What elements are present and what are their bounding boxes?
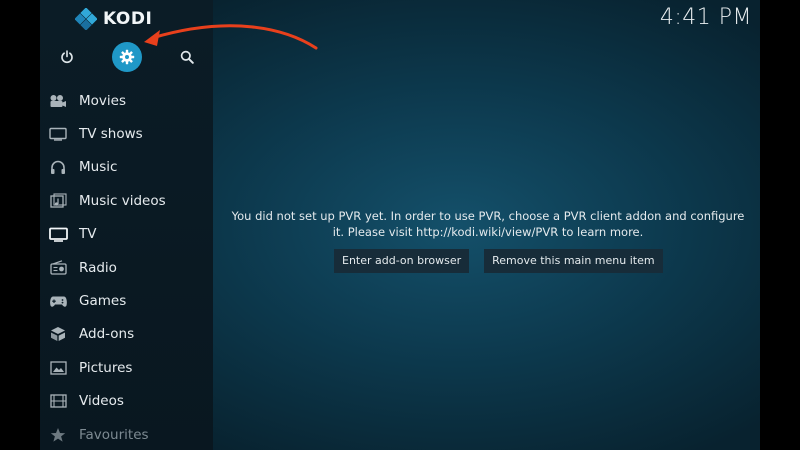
kodi-app: KODI Movies TV shows Music Music videos … bbox=[40, 0, 760, 450]
sidebar-item-music[interactable]: Music bbox=[40, 151, 213, 184]
tv-icon bbox=[48, 224, 68, 244]
sidebar-item-music-videos[interactable]: Music videos bbox=[40, 184, 213, 217]
headphones-icon bbox=[48, 157, 68, 177]
enter-addon-browser-button[interactable]: Enter add-on browser bbox=[334, 249, 470, 273]
star-icon bbox=[48, 425, 68, 445]
pictures-icon bbox=[48, 358, 68, 378]
videos-icon bbox=[48, 391, 68, 411]
sidebar-item-label: TV bbox=[79, 226, 97, 243]
power-button[interactable] bbox=[52, 42, 82, 72]
sidebar: KODI Movies TV shows Music Music videos … bbox=[40, 0, 213, 450]
sidebar-item-videos[interactable]: Videos bbox=[40, 385, 213, 418]
sidebar-item-label: Add-ons bbox=[79, 326, 135, 343]
pvr-message-line-2: it. Please visit http://kodi.wiki/view/P… bbox=[332, 225, 644, 239]
sidebar-item-label: TV shows bbox=[79, 126, 143, 143]
screen: KODI Movies TV shows Music Music videos … bbox=[0, 0, 800, 450]
sidebar-item-favourites[interactable]: Favourites bbox=[40, 418, 213, 450]
kodi-logo: KODI bbox=[75, 8, 152, 30]
music-videos-icon bbox=[48, 191, 68, 211]
gear-icon bbox=[119, 49, 135, 65]
sidebar-item-add-ons[interactable]: Add-ons bbox=[40, 318, 213, 351]
settings-button[interactable] bbox=[112, 42, 142, 72]
sidebar-item-radio[interactable]: Radio bbox=[40, 251, 213, 284]
kodi-logo-icon bbox=[75, 8, 97, 30]
radio-icon bbox=[48, 258, 68, 278]
sidebar-item-label: Favourites bbox=[79, 426, 149, 443]
sidebar-item-tv[interactable]: TV bbox=[40, 218, 213, 251]
sidebar-item-pictures[interactable]: Pictures bbox=[40, 351, 213, 384]
sidebar-item-label: Videos bbox=[79, 393, 124, 410]
pvr-message-line-1: You did not set up PVR yet. In order to … bbox=[231, 209, 745, 223]
sidebar-item-games[interactable]: Games bbox=[40, 284, 213, 317]
pvr-action-buttons: Enter add-on browser Remove this main me… bbox=[334, 249, 663, 273]
main-menu: Movies TV shows Music Music videos TV Ra… bbox=[40, 84, 213, 450]
power-icon bbox=[61, 50, 73, 64]
gamepad-icon bbox=[48, 291, 68, 311]
remove-main-menu-item-button[interactable]: Remove this main menu item bbox=[484, 249, 663, 273]
sidebar-item-tv-shows[interactable]: TV shows bbox=[40, 117, 213, 150]
logo-text: KODI bbox=[103, 9, 153, 29]
sidebar-item-label: Pictures bbox=[79, 359, 133, 376]
pvr-message: You did not set up PVR yet. In order to … bbox=[228, 208, 748, 240]
movies-icon bbox=[48, 91, 68, 111]
tv-shows-icon bbox=[48, 124, 68, 144]
addons-icon bbox=[48, 324, 68, 344]
sidebar-item-label: Music videos bbox=[79, 192, 166, 209]
sidebar-item-label: Movies bbox=[79, 92, 126, 109]
sidebar-item-label: Music bbox=[79, 159, 118, 176]
search-icon bbox=[180, 50, 194, 64]
sidebar-item-label: Games bbox=[79, 293, 127, 310]
sidebar-item-label: Radio bbox=[79, 259, 117, 276]
clock: 4:41 PM bbox=[659, 5, 752, 30]
sidebar-item-movies[interactable]: Movies bbox=[40, 84, 213, 117]
search-button[interactable] bbox=[172, 42, 202, 72]
